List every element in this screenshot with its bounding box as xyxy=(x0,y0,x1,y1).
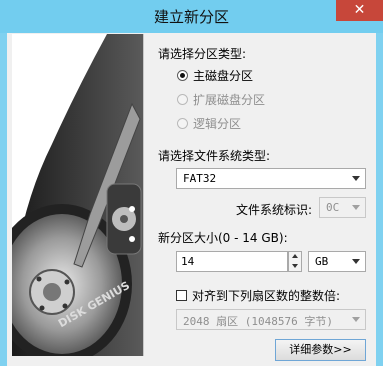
align-checkbox[interactable] xyxy=(176,290,187,301)
chevron-down-icon xyxy=(352,317,360,322)
size-unit-select[interactable]: GB xyxy=(308,251,366,272)
partition-size-value: 14 xyxy=(181,255,195,268)
title-bar: 建立新分区 ✕ xyxy=(0,0,383,33)
radio-extended-partition-label: 扩展磁盘分区 xyxy=(193,93,266,107)
close-button[interactable]: ✕ xyxy=(336,0,383,21)
partition-size-label: 新分区大小(0 - 14 GB): xyxy=(158,231,288,245)
radio-extended-partition[interactable] xyxy=(177,94,188,105)
filesystem-type-value: FAT32 xyxy=(183,172,217,185)
align-sector-select[interactable]: 2048 扇区 (1048576 字节) xyxy=(176,309,366,330)
chevron-down-icon xyxy=(352,205,360,210)
radio-primary-partition-label: 主磁盘分区 xyxy=(193,69,254,83)
partition-type-label: 请选择分区类型: xyxy=(158,47,247,61)
details-button[interactable]: 详细参数>> xyxy=(275,339,366,361)
chevron-down-icon xyxy=(352,176,360,181)
filesystem-id-value: 0C xyxy=(326,201,340,214)
disk-illustration: DISK GENIUS xyxy=(12,34,144,356)
filesystem-id-select[interactable]: 0C xyxy=(319,197,366,218)
partition-size-stepper[interactable] xyxy=(288,251,302,272)
chevron-down-icon xyxy=(352,259,360,264)
filesystem-type-label: 请选择文件系统类型: xyxy=(158,149,271,163)
chevron-down-icon[interactable] xyxy=(292,264,298,268)
align-sector-value: 2048 扇区 (1048576 字节) xyxy=(183,315,333,328)
size-unit-value: GB xyxy=(315,255,329,268)
filesystem-id-label: 文件系统标识: xyxy=(236,203,313,217)
partition-size-input[interactable]: 14 xyxy=(176,251,288,272)
align-checkbox-label: 对齐到下列扇区数的整数倍: xyxy=(192,289,341,303)
radio-logical-partition[interactable] xyxy=(177,118,188,129)
filesystem-type-select[interactable]: FAT32 xyxy=(176,168,366,189)
radio-primary-partition[interactable] xyxy=(177,70,188,81)
window-title: 建立新分区 xyxy=(153,8,229,26)
radio-logical-partition-label: 逻辑分区 xyxy=(193,117,242,131)
chevron-up-icon[interactable] xyxy=(292,254,298,258)
